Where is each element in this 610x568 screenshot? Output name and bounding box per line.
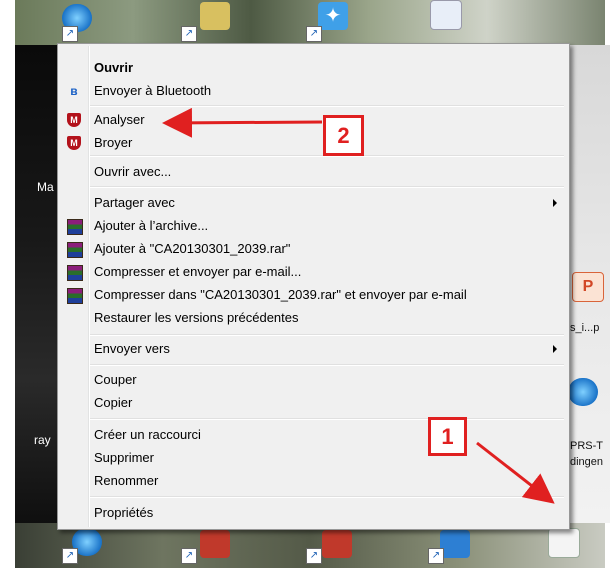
annotation-badge-1: 1 [428, 417, 467, 456]
arrow-to-analyser [162, 107, 323, 138]
annotation-badge-2: 2 [323, 115, 364, 156]
annotation-arrows [162, 107, 555, 504]
arrow-to-desktop-file [476, 441, 555, 504]
